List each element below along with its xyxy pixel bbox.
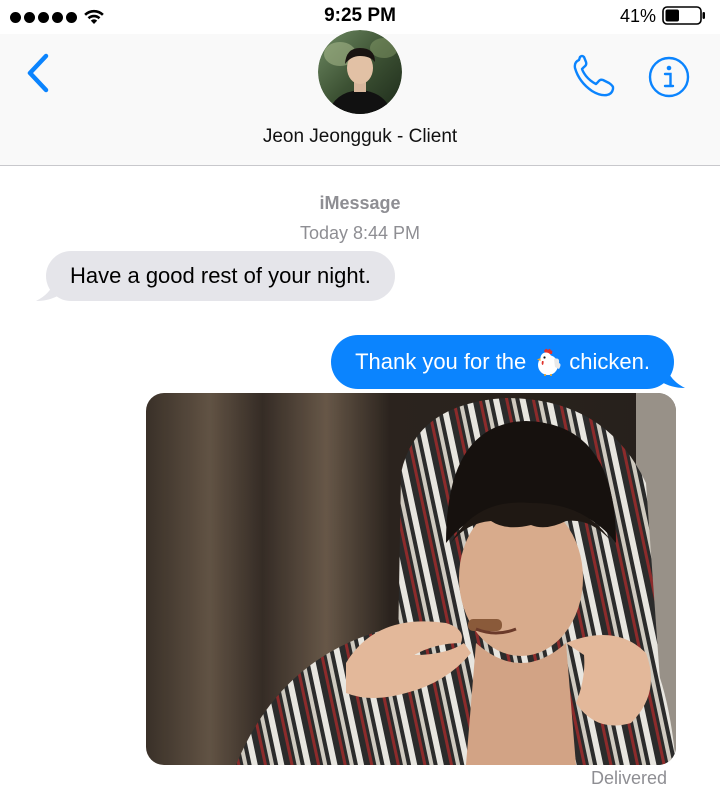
back-button[interactable]: [22, 52, 56, 94]
info-icon[interactable]: [648, 56, 690, 98]
delivery-status: Delivered: [590, 768, 667, 788]
conversation-header: Jeon Jeongguk - Client: [0, 30, 720, 166]
contact-avatar[interactable]: [318, 30, 402, 114]
contact-name[interactable]: Jeon Jeongguk - Client: [0, 126, 720, 148]
service-label: iMessage: [319, 193, 401, 213]
message-timestamp: Today 8:44 PM: [299, 223, 421, 243]
outgoing-text-before: Thank you for the: [355, 349, 527, 374]
battery-icon: [662, 6, 705, 25]
rooster-emoji-icon: [537, 348, 561, 376]
status-time: 9:25 PM: [324, 5, 396, 26]
outgoing-message-bubble[interactable]: Thank you for the chicken.: [331, 335, 674, 389]
phone-icon[interactable]: [570, 54, 622, 100]
outgoing-text-after: chicken.: [569, 349, 650, 374]
photo-attachment[interactable]: [146, 393, 676, 765]
incoming-message-bubble[interactable]: Have a good rest of your night.: [46, 251, 395, 301]
battery-percent: 41%: [619, 6, 656, 26]
status-bar: 9:25 PM 41%: [0, 0, 720, 34]
